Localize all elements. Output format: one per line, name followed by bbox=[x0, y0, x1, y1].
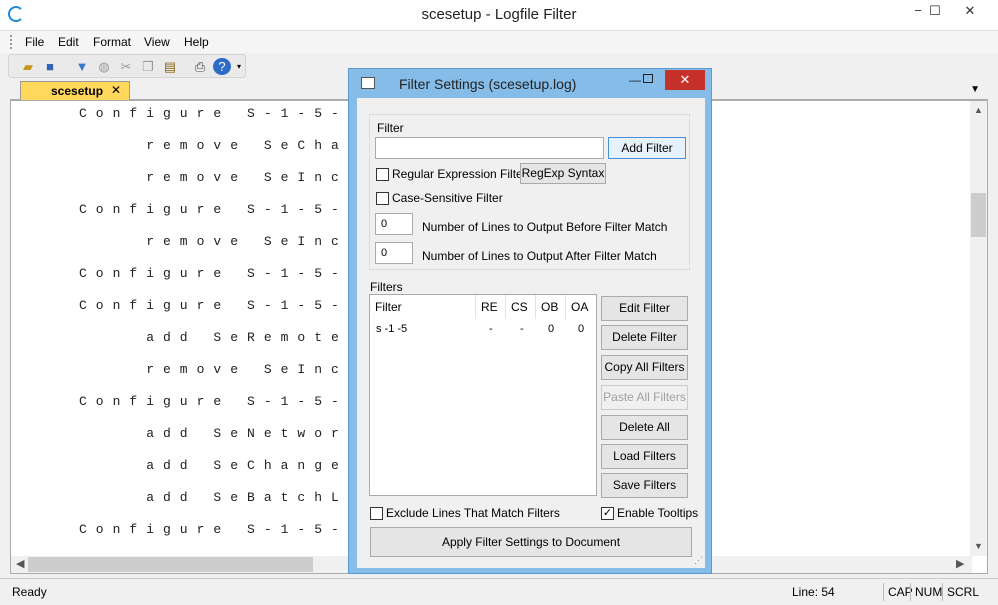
column-header-ob[interactable]: OB bbox=[536, 295, 566, 319]
apply-filter-settings-button[interactable]: Apply Filter Settings to Document bbox=[370, 527, 692, 557]
filter-input[interactable] bbox=[375, 137, 604, 159]
filters-list[interactable]: Filter RE CS OB OA s -1 -5 - - 0 0 bbox=[369, 294, 597, 496]
regex-checkbox[interactable] bbox=[376, 168, 389, 181]
menu-format[interactable]: Format bbox=[93, 35, 131, 49]
filter-icon[interactable]: ▼ bbox=[73, 58, 91, 75]
text-line: Configure S-1-5-1 bbox=[79, 202, 365, 217]
regex-label: Regular Expression Filter bbox=[392, 167, 527, 181]
scrolllock-indicator: SCRL bbox=[942, 583, 983, 601]
menu-help[interactable]: Help bbox=[184, 35, 209, 49]
paste-icon[interactable]: ▤ bbox=[161, 58, 179, 75]
text-line: Configure S-1-5-3 bbox=[79, 298, 365, 313]
filter-group: Filter Add Filter Regular Expression Fil… bbox=[369, 114, 690, 270]
enable-tooltips-checkbox[interactable]: ✓ bbox=[601, 507, 614, 520]
enable-tooltips-label: Enable Tooltips bbox=[617, 506, 699, 520]
open-icon[interactable]: ▰ bbox=[19, 58, 37, 75]
lines-before-input[interactable]: 0 bbox=[375, 213, 413, 235]
row-oa-cell: 0 bbox=[578, 323, 585, 335]
maximize-button[interactable]: ☐ bbox=[920, 0, 950, 22]
text-line: add SeNetworkL bbox=[79, 426, 382, 441]
menu-edit[interactable]: Edit bbox=[58, 35, 79, 49]
column-header-oa[interactable]: OA bbox=[566, 295, 596, 319]
case-sensitive-label: Case-Sensitive Filter bbox=[392, 191, 503, 205]
row-filter-cell: s -1 -5 bbox=[376, 323, 408, 335]
scroll-down-icon[interactable]: ▼ bbox=[970, 541, 987, 551]
dialog-title: Filter Settings (scesetup.log) bbox=[399, 76, 577, 92]
cut-icon[interactable]: ✂ bbox=[117, 58, 135, 75]
text-line: Configure S-1-5-2 bbox=[79, 266, 365, 281]
window-title: scesetup - Logfile Filter bbox=[421, 6, 577, 23]
case-sensitive-checkbox[interactable] bbox=[376, 192, 389, 205]
dialog-close-button[interactable]: ✕ bbox=[665, 70, 705, 90]
filter-label: Filter bbox=[377, 121, 404, 135]
save-icon[interactable]: ■ bbox=[41, 58, 59, 75]
text-line: Configure S-1-5-3 bbox=[79, 394, 365, 409]
title-bar: scesetup - Logfile Filter − ☐ ✕ bbox=[0, 0, 998, 31]
load-filters-button[interactable]: Load Filters bbox=[601, 444, 688, 469]
delete-filter-button[interactable]: Delete Filter bbox=[601, 325, 688, 350]
lines-after-label: Number of Lines to Output After Filter M… bbox=[422, 249, 657, 263]
column-header-re[interactable]: RE bbox=[476, 295, 506, 319]
tab-close-icon[interactable]: ✕ bbox=[111, 83, 121, 97]
toolbar: ▰ ■ ▼ ◍ ✂ ❐ ▤ ⎙ ? ▾ bbox=[8, 54, 246, 78]
tab-list-chevron-icon[interactable]: ▼ bbox=[970, 84, 980, 95]
dialog-icon bbox=[361, 77, 375, 89]
column-header-cs[interactable]: CS bbox=[506, 295, 536, 319]
copy-icon[interactable]: ❐ bbox=[139, 58, 157, 75]
toolbar-overflow-icon[interactable]: ▾ bbox=[235, 58, 243, 75]
tab-label: scesetup bbox=[51, 84, 104, 98]
text-line: remove SeChang bbox=[79, 138, 382, 153]
menu-view[interactable]: View bbox=[144, 35, 170, 49]
text-line: remove SeIncre bbox=[79, 234, 382, 249]
dialog-body: Filter Add Filter Regular Expression Fil… bbox=[357, 98, 705, 568]
horizontal-scroll-thumb[interactable] bbox=[28, 557, 313, 572]
row-cs-cell: - bbox=[520, 323, 524, 335]
lines-after-input[interactable]: 0 bbox=[375, 242, 413, 264]
scroll-right-icon[interactable]: ▶ bbox=[956, 557, 964, 570]
text-line: Configure S-1-5-9 bbox=[79, 106, 365, 121]
text-line: Configure S-1-5-3 bbox=[79, 522, 365, 537]
vertical-scroll-thumb[interactable] bbox=[971, 193, 986, 237]
status-text: Ready bbox=[12, 585, 47, 599]
line-indicator: Line: 54 bbox=[792, 585, 835, 599]
dialog-minimize-button[interactable]: — bbox=[629, 73, 641, 87]
resize-grip-icon[interactable]: ⋰ bbox=[694, 555, 703, 566]
lines-before-label: Number of Lines to Output Before Filter … bbox=[422, 220, 668, 234]
text-line: add SeBatchLog bbox=[79, 490, 382, 505]
exclude-lines-checkbox[interactable] bbox=[370, 507, 383, 520]
scroll-left-icon[interactable]: ◀ bbox=[16, 557, 24, 570]
text-line: add SeChangeNo bbox=[79, 458, 382, 473]
menu-bar: File Edit Format View Help bbox=[0, 31, 998, 53]
add-filter-button[interactable]: Add Filter bbox=[608, 137, 686, 159]
print-icon[interactable]: ⎙ bbox=[191, 58, 209, 75]
paste-all-filters-button[interactable]: Paste All Filters bbox=[601, 385, 688, 410]
text-line: remove SeIncre bbox=[79, 170, 382, 185]
unfilter-icon[interactable]: ◍ bbox=[95, 58, 113, 75]
help-icon[interactable]: ? bbox=[213, 58, 231, 75]
tab-scesetup[interactable]: scesetup ✕ bbox=[20, 81, 130, 100]
text-line: add SeRemoteIn bbox=[79, 330, 382, 345]
filters-label: Filters bbox=[370, 280, 403, 294]
menu-file[interactable]: File bbox=[25, 35, 44, 49]
numlock-indicator: NUM bbox=[910, 583, 946, 601]
regexp-syntax-button[interactable]: RegExp Syntax bbox=[520, 163, 606, 184]
vertical-scrollbar[interactable]: ▲ ▼ bbox=[970, 101, 987, 556]
save-filters-button[interactable]: Save Filters bbox=[601, 473, 688, 498]
row-re-cell: - bbox=[489, 323, 493, 335]
scroll-up-icon[interactable]: ▲ bbox=[970, 105, 987, 115]
dialog-maximize-button[interactable] bbox=[643, 74, 653, 83]
exclude-lines-label: Exclude Lines That Match Filters bbox=[386, 506, 560, 520]
edit-filter-button[interactable]: Edit Filter bbox=[601, 296, 688, 321]
close-button[interactable]: ✕ bbox=[955, 0, 985, 22]
row-ob-cell: 0 bbox=[548, 323, 555, 335]
column-header-filter[interactable]: Filter bbox=[370, 295, 476, 319]
status-bar: Ready Line: 54 CAP NUM SCRL bbox=[0, 578, 998, 605]
delete-all-filters-button[interactable]: Delete All Filters bbox=[601, 415, 688, 457]
menu-grip bbox=[10, 35, 13, 49]
text-line: remove SeIncre bbox=[79, 362, 382, 377]
copy-all-filters-button[interactable]: Copy All Filters bbox=[601, 355, 688, 380]
dialog-title-bar[interactable]: Filter Settings (scesetup.log) — ✕ bbox=[349, 69, 711, 97]
filter-settings-dialog: Filter Settings (scesetup.log) — ✕ Filte… bbox=[348, 68, 712, 574]
